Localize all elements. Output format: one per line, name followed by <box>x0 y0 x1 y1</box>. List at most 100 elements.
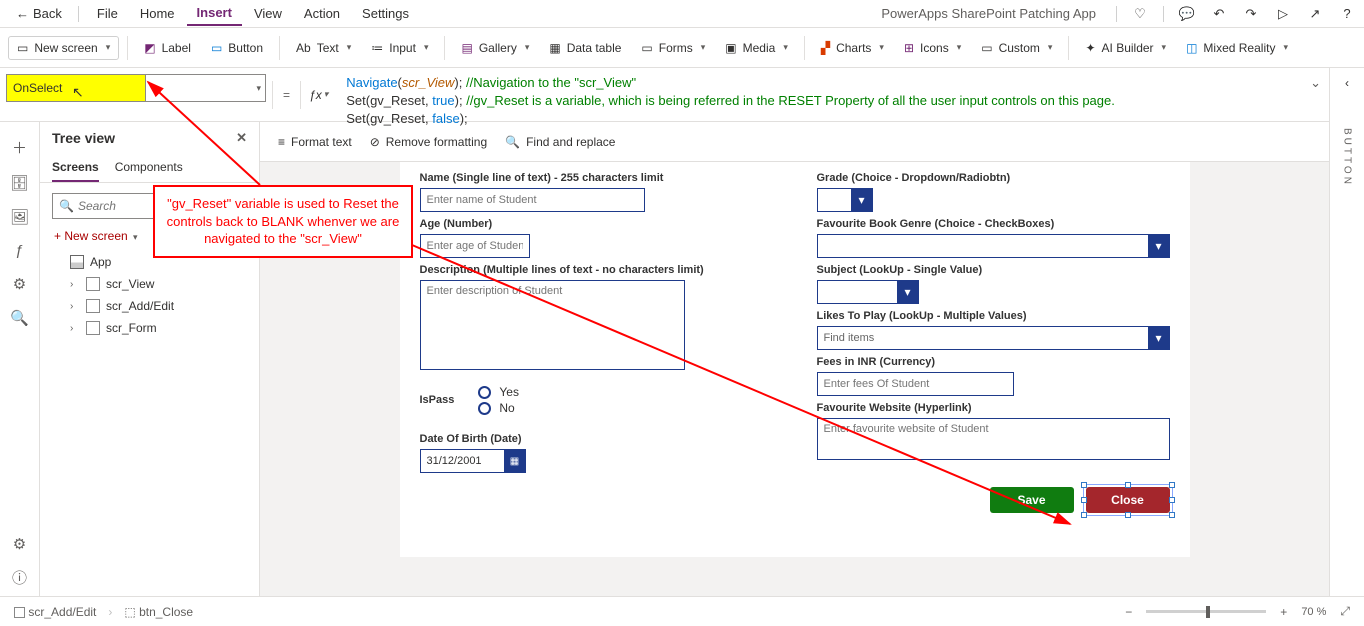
left-rail: ≡ ⌬ ＋ 🗄 🖼 ƒ ⚙ 🔍 ⚙ ⓘ <box>0 68 40 596</box>
menu-home[interactable]: Home <box>130 2 185 25</box>
play-icon[interactable]: ▷ <box>1274 5 1292 23</box>
tree-scr-addedit[interactable]: › scr_Add/Edit <box>40 295 259 317</box>
code-token: Set(gv_Reset, <box>346 111 432 126</box>
arrow-left-icon: ← <box>16 6 29 21</box>
close-button[interactable]: Close <box>1086 487 1170 513</box>
menubar-right: PowerApps SharePoint Patching App ♡ 💬 ↶ … <box>881 5 1356 23</box>
fees-label: Fees in INR (Currency) <box>817 356 1170 368</box>
ribbon-gallery[interactable]: ▤Gallery▾ <box>453 37 537 59</box>
fx-label[interactable]: ƒx ▾ <box>301 88 336 102</box>
ribbon-custom[interactable]: ▭Custom▾ <box>973 37 1060 59</box>
right-rail-collapse-icon[interactable]: ‹ <box>1345 76 1349 90</box>
fees-input[interactable] <box>817 372 1014 396</box>
app-canvas[interactable]: Name (Single line of text) - 255 charact… <box>400 162 1190 557</box>
menu-action[interactable]: Action <box>294 2 350 25</box>
calendar-icon[interactable]: ▦ <box>504 449 526 473</box>
desc-input[interactable] <box>420 280 685 370</box>
menu-settings[interactable]: Settings <box>352 2 419 25</box>
advanced-icon[interactable]: ⚙ <box>13 275 26 293</box>
chevron-down-icon: ▾ <box>324 89 329 100</box>
ribbon-new-screen-label: New screen <box>34 41 97 55</box>
separator <box>1163 6 1164 22</box>
ribbon-forms-lbl: Forms <box>659 41 693 55</box>
search-icon[interactable]: 🔍 <box>10 309 29 327</box>
menu-file[interactable]: File <box>87 2 128 25</box>
tree-newscreen-label: New screen <box>64 229 127 243</box>
ribbon-label[interactable]: ◩Label <box>136 37 199 59</box>
button-icon: ▭ <box>211 41 222 55</box>
website-input[interactable] <box>817 418 1170 460</box>
ribbon-button[interactable]: ▭Button <box>203 37 271 59</box>
property-selector-ext[interactable]: ▾ <box>146 74 266 102</box>
media-icon[interactable]: 🖼 <box>10 208 29 226</box>
data-icon[interactable]: 🗄 <box>10 174 29 192</box>
dob-value: 31/12/2001 <box>420 449 504 473</box>
ask-icon[interactable]: ⓘ <box>12 567 27 588</box>
chevron-down-icon: ▾ <box>256 83 261 94</box>
find-replace-btn[interactable]: 🔍Find and replace <box>505 135 615 149</box>
insert-icon[interactable]: ＋ <box>12 137 27 158</box>
chevron-right-icon: › <box>70 301 80 312</box>
settings-icon[interactable]: ⚙ <box>13 535 26 553</box>
likes-select[interactable]: Find items▾ <box>817 326 1170 350</box>
tree-header: Tree view ✕ <box>40 122 259 154</box>
ribbon-mr-lbl: Mixed Reality <box>1203 41 1275 55</box>
ribbon-media-lbl: Media <box>743 41 776 55</box>
redo-icon[interactable]: ↷ <box>1242 5 1260 23</box>
ispass-no[interactable]: No <box>478 401 519 415</box>
format-text-btn[interactable]: ≡Format text <box>278 135 352 149</box>
breadcrumb-control[interactable]: ⬚ btn_Close <box>124 605 193 619</box>
tree-scr-form[interactable]: › scr_Form <box>40 317 259 339</box>
ribbon-aibuilder[interactable]: ✦AI Builder▾ <box>1077 37 1174 59</box>
tree-list: App › scr_View › scr_Add/Edit › scr_Form <box>40 247 259 343</box>
zoom-in-icon[interactable]: + <box>1280 605 1287 619</box>
help-icon[interactable]: ? <box>1338 5 1356 23</box>
tab-components[interactable]: Components <box>115 154 183 182</box>
ribbon-mixedreality[interactable]: ◫Mixed Reality▾ <box>1178 37 1296 59</box>
name-input[interactable] <box>420 188 645 212</box>
ribbon-text[interactable]: AbText▾ <box>288 37 359 59</box>
ribbon-icons[interactable]: ⊞Icons▾ <box>896 37 969 59</box>
fit-screen-icon[interactable]: ⤢ <box>1340 604 1350 619</box>
menu-view[interactable]: View <box>244 2 292 25</box>
save-button[interactable]: Save <box>990 487 1074 513</box>
health-icon[interactable]: ♡ <box>1131 5 1149 23</box>
grade-label: Grade (Choice - Dropdown/Radiobtn) <box>817 172 1170 184</box>
ribbon-new-screen[interactable]: ▭ New screen ▾ <box>8 36 119 60</box>
ispass-yes[interactable]: Yes <box>478 385 519 399</box>
charts-icon: ▞ <box>821 41 830 55</box>
name-label: Name (Single line of text) - 255 charact… <box>420 172 773 184</box>
ribbon-input[interactable]: ≔Input▾ <box>363 37 436 59</box>
code-token: ); <box>454 75 466 90</box>
ispass-yes-label: Yes <box>499 385 519 399</box>
radio-icon <box>478 402 491 415</box>
ribbon-forms[interactable]: ▭Forms▾ <box>633 37 713 59</box>
back-button[interactable]: ← Back <box>8 2 70 25</box>
tab-screens[interactable]: Screens <box>52 154 99 182</box>
expand-formula-icon[interactable]: ⌄ <box>1310 74 1321 92</box>
properties-tab[interactable]: BUTTON <box>1342 128 1353 596</box>
genre-select[interactable]: ▾ <box>817 234 1170 258</box>
comment-icon[interactable]: 💬 <box>1178 5 1196 23</box>
grade-select[interactable]: ▾ <box>817 188 1170 212</box>
remove-format-btn[interactable]: ⊘Remove formatting <box>370 135 487 149</box>
breadcrumb-screen[interactable]: scr_Add/Edit <box>14 605 96 619</box>
subject-select[interactable]: ▾ <box>817 280 919 304</box>
tree-scr-view[interactable]: › scr_View <box>40 273 259 295</box>
close-icon[interactable]: ✕ <box>236 130 247 146</box>
separator <box>127 36 128 60</box>
custom-icon: ▭ <box>981 41 992 55</box>
share-icon[interactable]: ↗ <box>1306 5 1324 23</box>
ribbon-charts[interactable]: ▞Charts▾ <box>813 37 892 59</box>
menu-insert[interactable]: Insert <box>187 1 242 26</box>
zoom-out-icon[interactable]: − <box>1125 605 1132 619</box>
ribbon-datatable[interactable]: ▦Data table <box>541 37 629 59</box>
variables-icon[interactable]: ƒ <box>15 242 23 259</box>
code-token: scr_View <box>402 75 455 90</box>
dob-input[interactable]: 31/12/2001 ▦ <box>420 449 526 473</box>
formula-editor[interactable]: Navigate(scr_View); //Navigation to the … <box>336 68 1329 121</box>
ribbon-media[interactable]: ▣Media▾ <box>717 37 796 59</box>
undo-icon[interactable]: ↶ <box>1210 5 1228 23</box>
age-input[interactable] <box>420 234 530 258</box>
zoom-slider[interactable] <box>1146 610 1266 613</box>
